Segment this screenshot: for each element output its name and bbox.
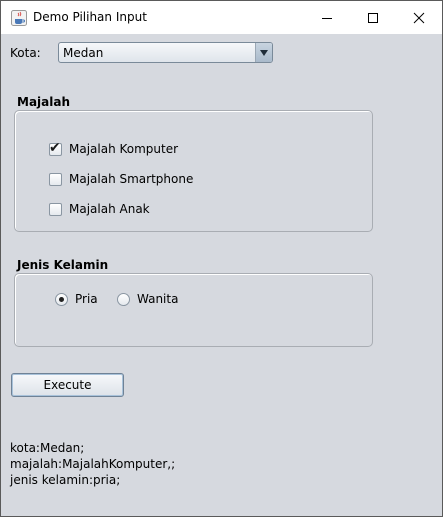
radio-button[interactable] [55, 292, 68, 306]
execute-button[interactable]: Execute [11, 373, 124, 397]
output-line-majalah: majalah:MajalahKomputer,; [10, 457, 176, 471]
checkbox-majalah-anak[interactable]: Majalah Anak [49, 201, 150, 217]
maximize-icon [368, 12, 378, 23]
minimize-icon [322, 17, 332, 19]
minimize-button[interactable] [304, 1, 350, 34]
radio-label: Wanita [137, 292, 179, 306]
radio-label: Pria [75, 292, 98, 306]
radio-selected-dot [59, 296, 64, 302]
app-window: Demo Pilihan Input Kota: Medan Majalah ✔… [0, 0, 443, 517]
radio-button[interactable] [117, 292, 130, 306]
window-title: Demo Pilihan Input [33, 10, 147, 24]
kota-label: Kota: [10, 46, 41, 60]
checkbox-label: Majalah Smartphone [69, 172, 194, 186]
checkbox-majalah-smartphone[interactable]: Majalah Smartphone [49, 171, 193, 187]
checkmark-icon: ✔ [49, 139, 61, 156]
checkbox-box[interactable]: ✔ [49, 139, 62, 156]
checkbox-majalah-komputer[interactable]: ✔ Majalah Komputer [49, 141, 178, 157]
output-line-kota: kota:Medan; [10, 441, 85, 455]
jenis-kelamin-title: Jenis Kelamin [17, 258, 109, 272]
radio-pria[interactable]: Pria [55, 291, 98, 307]
close-icon [413, 12, 425, 23]
content-panel: Kota: Medan Majalah ✔ Majalah Komputer M… [1, 34, 442, 516]
radio-wanita[interactable]: Wanita [117, 291, 178, 307]
jenis-kelamin-group [14, 273, 373, 347]
checkbox-box[interactable] [49, 202, 62, 216]
majalah-title: Majalah [17, 95, 71, 109]
dropdown-arrow-icon[interactable] [255, 43, 272, 62]
output-line-jenis-kelamin: jenis kelamin:pria; [10, 473, 121, 487]
checkbox-box[interactable] [49, 172, 62, 186]
title-bar[interactable]: Demo Pilihan Input [1, 1, 442, 34]
kota-combobox[interactable]: Medan [58, 42, 273, 63]
maximize-button[interactable] [350, 1, 396, 34]
kota-selected-value: Medan [63, 46, 104, 60]
java-cup-icon [11, 10, 27, 26]
checkbox-label: Majalah Anak [69, 202, 150, 216]
close-button[interactable] [396, 1, 442, 34]
checkbox-label: Majalah Komputer [69, 142, 179, 156]
